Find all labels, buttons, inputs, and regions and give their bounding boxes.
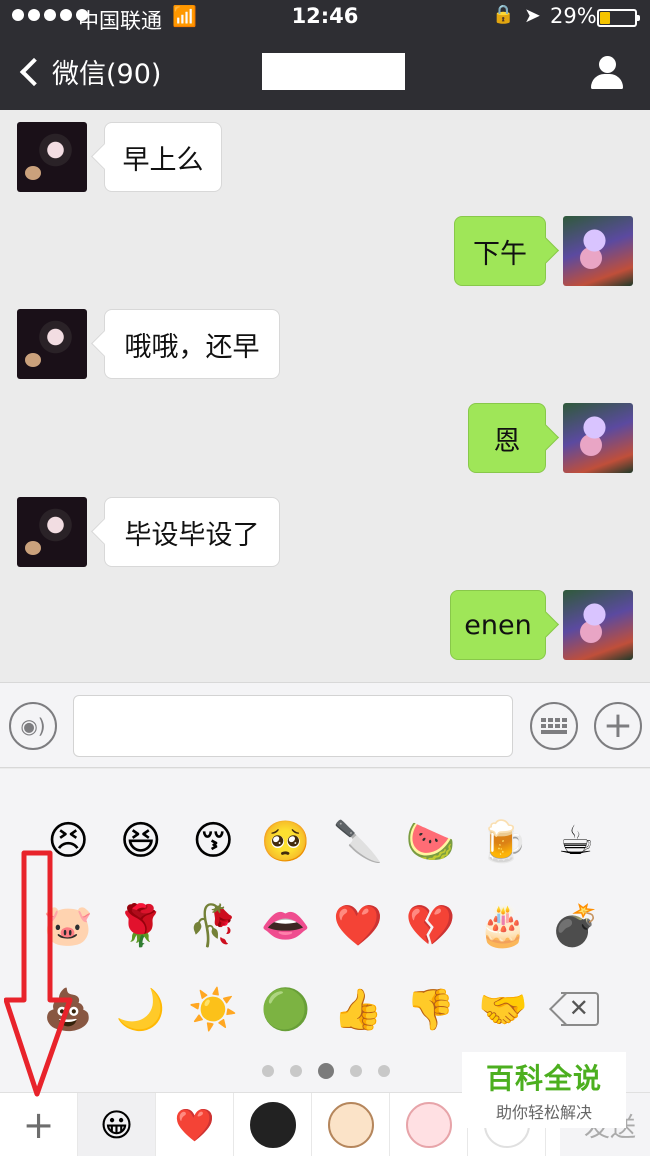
chat-title-redacted (262, 53, 405, 90)
page-indicator (262, 1063, 390, 1079)
my-avatar[interactable] (563, 216, 633, 286)
emoji-item[interactable]: 🥀 (177, 883, 250, 967)
emoji-item[interactable]: 🟢 (250, 967, 323, 1051)
page-dot[interactable] (290, 1065, 302, 1077)
watermark-logo: 百科全说 助你轻松解决 (462, 1052, 626, 1128)
back-button[interactable]: 微信(90) (16, 52, 161, 91)
keyboard-icon (541, 718, 567, 734)
top-bar: 中国联通 📶 12:46 🔒 ➤ 29% 微信(90) (0, 0, 650, 110)
emoji-grid: 😣 😆 😚 🥺 🔪 🍉 🍺 ☕ 🐷 🌹 🥀 👄 ❤️ 💔 🎂 💣 💩 🌙 ☀️ 🟢 👍 👎 🤝 ✕ (32, 799, 612, 1051)
emoji-item[interactable]: 👎 (395, 967, 468, 1051)
input-bar: ◉) + (0, 682, 650, 768)
sticker-pack-icon (327, 1102, 374, 1148)
back-label: 微信(90) (52, 59, 162, 90)
message-row: 恩 (0, 403, 650, 473)
emoji-item[interactable]: 👍 (322, 967, 395, 1051)
status-bar: 中国联通 📶 12:46 🔒 ➤ 29% (0, 0, 650, 36)
message-bubble[interactable]: 哦哦，还早 (104, 309, 280, 379)
watermark-title: 百科全说 (485, 1062, 602, 1095)
emoji-item[interactable]: 🎂 (467, 883, 540, 967)
sticker-pack-icon (405, 1102, 452, 1148)
battery-percent: 29% (550, 4, 597, 28)
emoji-item[interactable]: 🍺 (467, 799, 540, 883)
message-input[interactable] (73, 695, 513, 757)
contact-profile-button[interactable] (590, 56, 624, 90)
voice-input-button[interactable]: ◉) (9, 702, 57, 750)
favorites-tab[interactable]: ❤️ (156, 1093, 234, 1156)
chat-area[interactable]: 早上么下午哦哦，还早恩毕设毕设了 enen (0, 110, 650, 682)
contact-avatar[interactable] (17, 122, 87, 192)
annotation-arrow (4, 850, 73, 1097)
message-row: enen (0, 590, 650, 660)
chevron-left-icon (19, 57, 49, 86)
emoji-item[interactable]: ☀️ (177, 967, 250, 1051)
message-bubble[interactable]: 恩 (468, 403, 546, 473)
my-avatar[interactable] (563, 403, 633, 473)
rotation-lock-icon: 🔒 (492, 4, 515, 25)
emoji-item[interactable]: 🌙 (105, 967, 178, 1051)
page-dot[interactable] (378, 1065, 390, 1077)
voice-icon: ◉) (20, 714, 46, 738)
message-row: 毕设毕设了 (0, 497, 650, 567)
emoji-item[interactable]: 🥺 (250, 799, 323, 883)
message-bubble[interactable]: 早上么 (104, 122, 222, 192)
backspace-icon: ✕ (548, 992, 599, 1026)
emoji-item[interactable]: 😆 (105, 799, 178, 883)
battery-icon (597, 9, 640, 27)
emoji-panel: 😣 😆 😚 🥺 🔪 🍉 🍺 ☕ 🐷 🌹 🥀 👄 ❤️ 💔 🎂 💣 💩 🌙 ☀️ 🟢 👍 👎 🤝 ✕ (0, 769, 650, 1092)
plus-icon: + (602, 705, 634, 746)
heart-icon: ❤️ (174, 1106, 215, 1144)
sticker-pack-tab-3[interactable] (390, 1093, 468, 1156)
emoji-item[interactable]: 👄 (250, 883, 323, 967)
emoji-item[interactable]: ❤️ (322, 883, 395, 967)
emoji-item[interactable]: 🤝 (467, 967, 540, 1051)
emoji-item[interactable]: ☕ (540, 799, 613, 883)
smiley-icon: 😀 (99, 1106, 134, 1144)
sticker-pack-tab-1[interactable] (234, 1093, 312, 1156)
page-dot[interactable] (350, 1065, 362, 1077)
delete-emoji-button[interactable]: ✕ (540, 967, 613, 1051)
add-sticker-tab[interactable]: + (0, 1093, 78, 1156)
plus-icon: + (22, 1103, 55, 1147)
sticker-pack-icon (249, 1102, 296, 1148)
message-bubble[interactable]: enen (450, 590, 546, 660)
person-icon (599, 56, 616, 73)
message-row: 哦哦，还早 (0, 309, 650, 379)
emoji-item[interactable]: 💔 (395, 883, 468, 967)
message-bubble[interactable]: 毕设毕设了 (104, 497, 280, 567)
emoji-item[interactable]: 😚 (177, 799, 250, 883)
contact-avatar[interactable] (17, 497, 87, 567)
contact-avatar[interactable] (17, 309, 87, 379)
emoji-item[interactable]: 💣 (540, 883, 613, 967)
message-row: 下午 (0, 216, 650, 286)
message-bubble[interactable]: 下午 (454, 216, 546, 286)
location-icon: ➤ (524, 3, 541, 27)
emoji-item[interactable]: 🔪 (322, 799, 395, 883)
page-dot[interactable] (262, 1065, 274, 1077)
more-actions-button[interactable]: + (594, 702, 642, 750)
emoji-tab[interactable]: 😀 (78, 1093, 156, 1156)
emoji-item[interactable]: 🌹 (105, 883, 178, 967)
message-row: 早上么 (0, 122, 650, 192)
emoji-item[interactable]: 🍉 (395, 799, 468, 883)
watermark-subtitle: 助你轻松解决 (495, 1103, 592, 1122)
my-avatar[interactable] (563, 590, 633, 660)
sticker-pack-tab-2[interactable] (312, 1093, 390, 1156)
page-dot[interactable] (318, 1063, 334, 1079)
keyboard-toggle-button[interactable] (530, 702, 578, 750)
